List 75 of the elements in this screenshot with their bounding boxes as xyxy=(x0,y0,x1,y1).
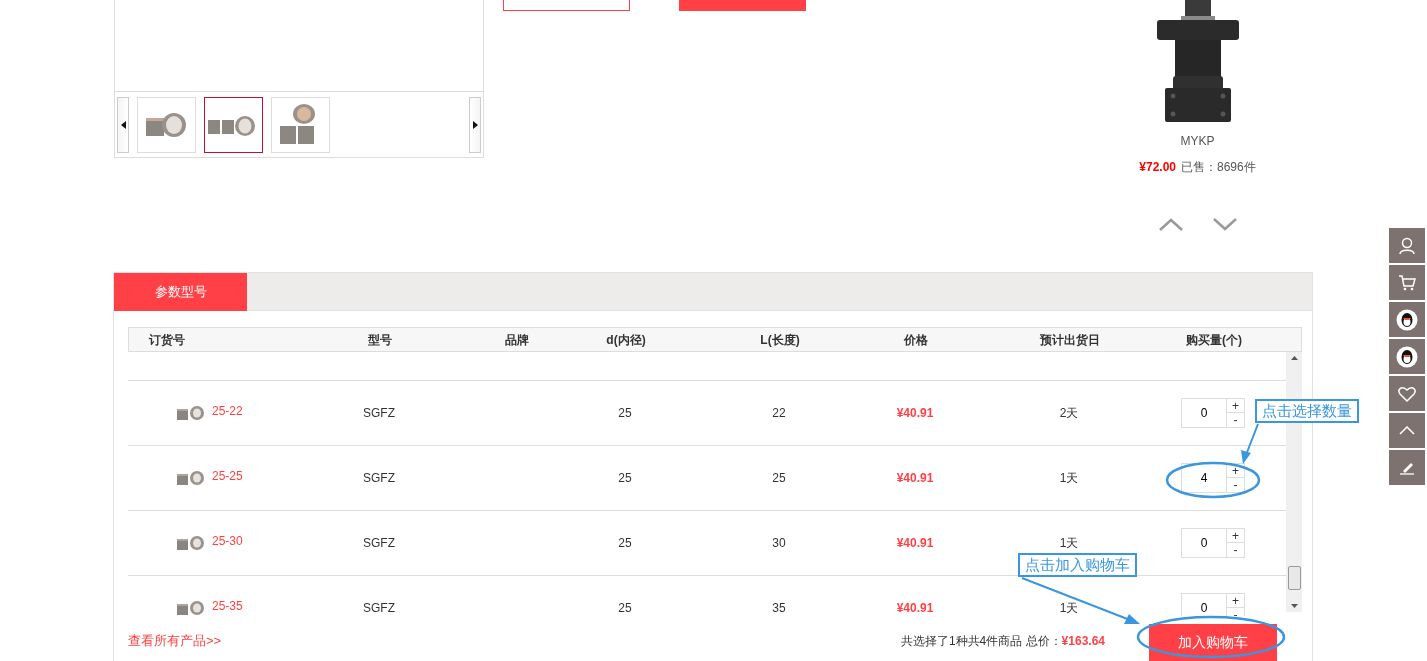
bushing-icon xyxy=(176,535,206,551)
column-header: 品牌 xyxy=(505,331,529,349)
minus-button[interactable]: - xyxy=(1227,413,1245,428)
quantity-field[interactable]: 4 xyxy=(1181,463,1227,493)
table-cell-text: 30 xyxy=(772,535,786,552)
right-arrow-icon xyxy=(472,120,478,129)
column-header: 购买量(个) xyxy=(1186,331,1242,349)
pen-icon[interactable] xyxy=(1399,460,1415,475)
callout-arrow xyxy=(1241,423,1259,464)
plus-button[interactable]: + xyxy=(1227,398,1245,413)
minus-button[interactable]: - xyxy=(1227,608,1245,616)
sold-count: 已售：8696件 xyxy=(1181,159,1256,176)
outline-button[interactable] xyxy=(503,0,630,11)
table-cell-text: 25 xyxy=(618,470,632,487)
table-cell-text: 25 xyxy=(772,470,786,487)
heart-icon[interactable] xyxy=(1398,385,1416,402)
total-price: ¥163.64 xyxy=(1061,633,1105,650)
next-button[interactable] xyxy=(469,96,481,153)
scroll-up-icon[interactable] xyxy=(1290,356,1298,360)
cart-icon[interactable] xyxy=(1398,274,1416,291)
price-text: ¥40.91 xyxy=(896,535,934,552)
price-text: ¥40.91 xyxy=(896,470,934,487)
table-cell-text: 1天 xyxy=(1059,600,1079,616)
column-header: 型号 xyxy=(368,331,392,349)
product-price: ¥72.00 xyxy=(1139,159,1176,176)
previous-button[interactable] xyxy=(117,96,129,153)
order-number-link[interactable]: 25-25 xyxy=(212,467,243,485)
column-header: 预计出货日 xyxy=(1040,331,1100,349)
table-cell-text: SGFZ xyxy=(363,405,395,422)
bushing-icon xyxy=(176,405,206,421)
price-text: ¥40.91 xyxy=(896,405,934,422)
column-header: 价格 xyxy=(904,331,928,349)
scroll-down-icon[interactable] xyxy=(1290,604,1298,608)
thumbnail[interactable] xyxy=(204,96,263,153)
column-header: L(长度) xyxy=(760,331,800,349)
table-cell-text: 1天 xyxy=(1059,535,1079,552)
table-cell-text: 1天 xyxy=(1059,470,1079,487)
column-header: d(内径) xyxy=(606,331,646,349)
table-cell-text: SGFZ xyxy=(363,470,395,487)
selection-summary: 共选择了1种共4件商品 总价： xyxy=(900,633,1062,650)
quantity-field[interactable]: 0 xyxy=(1181,593,1227,616)
table-cell-text: 25 xyxy=(618,405,632,422)
table-cell-text: SGFZ xyxy=(363,535,395,552)
scroll-thumb[interactable] xyxy=(1287,566,1301,590)
chevron-down-icon[interactable] xyxy=(1212,218,1237,231)
chevron-up-icon[interactable] xyxy=(1158,218,1183,231)
penguin-icon[interactable] xyxy=(1396,345,1418,368)
table-cell-text: 25 xyxy=(618,600,632,616)
price-text: ¥40.91 xyxy=(896,600,934,616)
order-number-link[interactable]: 25-35 xyxy=(212,597,243,615)
callout-label: 点击选择数量 xyxy=(1255,399,1359,423)
table-cell-text: 22 xyxy=(772,405,786,422)
user-icon[interactable] xyxy=(1399,236,1415,255)
table-cell-text: 2天 xyxy=(1059,405,1079,422)
plus-button[interactable]: + xyxy=(1227,593,1245,608)
table-cell-text: 25 xyxy=(618,535,632,552)
order-number-link[interactable]: 25-30 xyxy=(212,532,243,550)
table-cell-text: 35 xyxy=(772,600,786,616)
quantity-field[interactable]: 0 xyxy=(1181,398,1227,428)
left-arrow-icon xyxy=(120,120,126,129)
bushing-icon xyxy=(176,470,206,486)
order-number-link[interactable]: 25-22 xyxy=(212,402,243,420)
penguin-icon[interactable] xyxy=(1396,308,1418,331)
product-name[interactable]: MYKP xyxy=(1180,132,1215,150)
minus-button[interactable]: - xyxy=(1227,543,1245,558)
callout-label: 点击加入购物车 xyxy=(1018,553,1137,577)
caret-up-icon[interactable] xyxy=(1399,426,1415,435)
column-header: 订货号 xyxy=(149,331,185,349)
plus-button[interactable]: + xyxy=(1227,528,1245,543)
table-cell-text: SGFZ xyxy=(363,600,395,616)
bushing-icon xyxy=(176,600,206,616)
plus-button[interactable]: + xyxy=(1227,463,1245,478)
quantity-field[interactable]: 0 xyxy=(1181,528,1227,558)
minus-button[interactable]: - xyxy=(1227,478,1245,493)
view-all-products-link[interactable]: 查看所有产品>> xyxy=(128,630,222,650)
